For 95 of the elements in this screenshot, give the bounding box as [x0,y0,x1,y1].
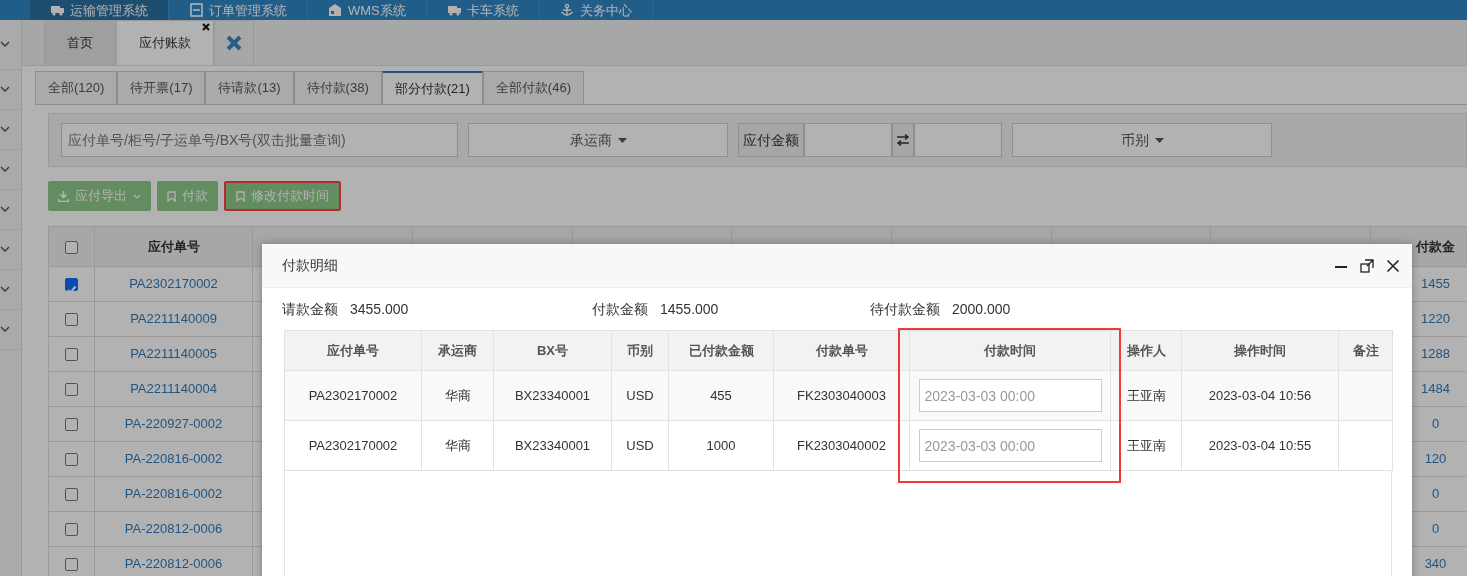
swap-icon [896,134,910,146]
table-cell: FK2303040003 [797,387,886,403]
column-header: 付款时间 [984,342,1036,358]
table-cell: 1288 [1421,346,1450,362]
table-cell: USD [626,387,654,403]
amount-label: 应付金额 [738,123,804,157]
column-header: 备注 [1352,342,1379,358]
column-header: 付款金 [1416,238,1455,254]
summary-value: 2000.000 [952,299,1011,319]
truck-icon [446,3,461,17]
table-cell: 1220 [1421,311,1450,327]
amount-min-field[interactable] [804,123,892,157]
checkbox[interactable] [65,348,78,362]
status-tab[interactable]: 全部(120) [35,71,118,104]
table-cell: 1000 [706,437,736,453]
truck-icon [50,3,64,17]
table-cell: 王亚南 [1126,437,1166,453]
close-icon[interactable] [1386,258,1400,273]
amount-max-field[interactable] [914,123,1002,157]
close-icon [202,23,210,31]
column-header: BX号 [536,342,569,358]
search-field[interactable]: 应付单号/柜号/子运单号/BX号(双击批量查询) [61,123,458,157]
table-cell: 1455 [1421,276,1450,292]
date-time-field[interactable]: 2023-03-03 00:00 [918,429,1102,462]
document-icon [189,3,203,17]
carrier-dropdown[interactable]: 承运商 [468,123,728,157]
table-cell: PA2302170002 [308,387,398,403]
caret-icon [1154,137,1164,143]
swap-button[interactable] [892,123,914,157]
table-cell: 华商 [444,387,471,403]
table-cell: USD [626,437,654,453]
chevron-down-icon [0,286,10,293]
chevron-down-icon [133,193,141,199]
table-cell: 王亚南 [1126,387,1166,403]
table-cell: 340 [1424,556,1447,572]
column-header: 应付单号 [147,238,200,254]
checkbox[interactable] [65,523,78,537]
checkbox[interactable] [65,240,78,254]
column-header: 已付款金额 [688,342,754,358]
table-cell: 华商 [444,437,471,453]
table-cell: FK2303040002 [797,437,886,453]
dialog-title: 付款明细 [282,256,338,275]
column-header: 币别 [627,342,653,358]
date-time-field[interactable]: 2023-03-03 00:00 [918,379,1102,412]
chevron-down-icon [0,206,10,213]
summary-label: 请款金额 [282,299,338,319]
checkbox[interactable] [65,383,78,397]
chevron-down-icon [0,326,10,333]
checkbox[interactable] [65,558,78,572]
column-header: 付款单号 [815,342,868,358]
chevron-down-icon [0,86,10,93]
status-tab[interactable]: 全部付款(46) [482,71,584,104]
summary-label: 付款金额 [592,299,648,319]
summary-label: 待付款金额 [870,299,940,319]
column-header: 操作时间 [1234,342,1286,358]
table-cell: PA2302170002 [308,437,398,453]
chevron-down-icon [0,246,10,253]
table-cell: 455 [710,387,732,403]
checkbox[interactable] [65,278,78,292]
table-cell: 2023-03-04 10:55 [1208,437,1312,453]
table-cell: BX23340001 [514,387,591,403]
warehouse-icon [328,3,342,17]
table-cell: 0 [1431,486,1440,502]
summary-value: 3455.000 [350,299,409,319]
maximize-icon[interactable] [1360,258,1374,273]
bookmark-icon [167,190,176,202]
status-tab[interactable]: 待请款(13) [205,71,294,104]
chevron-down-icon [0,126,10,133]
status-tab[interactable]: 待付款(38) [293,71,382,104]
summary-value: 1455.000 [660,299,719,319]
bookmark-icon [236,190,245,202]
column-header: 应付单号 [327,342,379,358]
page-tab[interactable]: 应付账款 [116,20,214,65]
table-cell: 1484 [1421,381,1450,397]
checkbox[interactable] [65,418,78,432]
chevron-down-icon [0,166,10,173]
column-header: 操作人 [1126,342,1166,358]
checkbox[interactable] [65,453,78,467]
table-cell: 0 [1431,416,1440,432]
currency-dropdown[interactable]: 币别 [1012,123,1272,157]
checkbox[interactable] [65,488,78,502]
column-header: 承运商 [438,342,477,358]
status-tab[interactable]: 部分付款(21) [381,71,483,104]
anchor-icon [559,3,574,17]
nav-item[interactable]: 运输管理系统 [30,0,169,20]
checkbox[interactable] [65,313,78,327]
table-cell: BX23340001 [514,437,591,453]
chevron-down-icon [0,41,10,48]
table-cell: 0 [1431,521,1440,537]
page-tab[interactable]: 首页 [44,20,116,65]
table-cell: 120 [1424,451,1447,467]
table-cell: 2023-03-04 10:56 [1208,387,1312,403]
caret-icon [617,137,627,143]
download-icon [58,190,69,202]
status-tab[interactable]: 待开票(17) [117,71,206,104]
